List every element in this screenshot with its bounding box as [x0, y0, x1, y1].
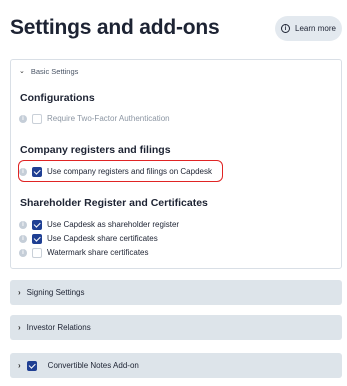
setting-row-watermark: i Watermark share certificates: [19, 247, 149, 258]
info-icon[interactable]: i: [19, 220, 27, 229]
chevron-right-icon: ›: [18, 287, 21, 297]
info-icon[interactable]: i: [19, 234, 27, 243]
signing-settings-panel[interactable]: › Signing Settings: [10, 280, 342, 305]
shareholder-register-label: Use Capdesk as shareholder register: [47, 220, 180, 229]
company-registers-label: Use company registers and filings on Cap…: [47, 167, 212, 176]
convertible-notes-label: Convertible Notes Add-on: [47, 361, 139, 370]
share-certificates-label: Use Capdesk share certificates: [47, 234, 158, 243]
section-title-company-registers: Company registers and filings: [20, 144, 171, 156]
investor-relations-panel[interactable]: › Investor Relations: [10, 315, 342, 340]
basic-settings-label: Basic Settings: [30, 67, 79, 76]
info-circle-icon: i: [281, 24, 291, 33]
info-icon[interactable]: i: [19, 248, 27, 257]
chevron-down-icon: ⌄: [19, 68, 25, 75]
learn-more-label: Learn more: [295, 24, 336, 33]
chevron-right-icon: ›: [18, 322, 21, 332]
page-title: Settings and add-ons: [10, 16, 220, 39]
watermark-checkbox[interactable]: [32, 247, 42, 258]
setting-row-shareholder-register: i Use Capdesk as shareholder register: [19, 219, 179, 230]
basic-settings-panel: ⌄ Basic Settings Configurations i Requir…: [10, 59, 342, 269]
share-certificates-checkbox[interactable]: [32, 233, 42, 244]
watermark-label: Watermark share certificates: [47, 248, 149, 257]
two-factor-checkbox[interactable]: [32, 113, 42, 124]
setting-row-two-factor: i Require Two-Factor Authentication: [19, 113, 170, 124]
chevron-right-icon: ›: [18, 360, 21, 370]
info-icon[interactable]: i: [19, 114, 27, 123]
section-title-shareholder-register: Shareholder Register and Certificates: [20, 197, 208, 209]
convertible-notes-panel[interactable]: › Convertible Notes Add-on: [10, 353, 342, 378]
learn-more-button[interactable]: i Learn more: [275, 16, 342, 41]
setting-row-share-certificates: i Use Capdesk share certificates: [19, 233, 158, 244]
company-registers-checkbox[interactable]: [32, 166, 42, 177]
convertible-notes-checkbox[interactable]: [26, 360, 37, 371]
section-title-configurations: Configurations: [20, 92, 95, 104]
signing-settings-label: Signing Settings: [26, 288, 85, 297]
shareholder-register-checkbox[interactable]: [32, 219, 42, 230]
setting-row-company-registers: i Use company registers and filings on C…: [19, 166, 212, 177]
info-icon[interactable]: i: [19, 167, 27, 176]
investor-relations-label: Investor Relations: [26, 323, 91, 332]
two-factor-label: Require Two-Factor Authentication: [47, 114, 170, 123]
basic-settings-toggle[interactable]: ⌄ Basic Settings: [19, 67, 78, 76]
